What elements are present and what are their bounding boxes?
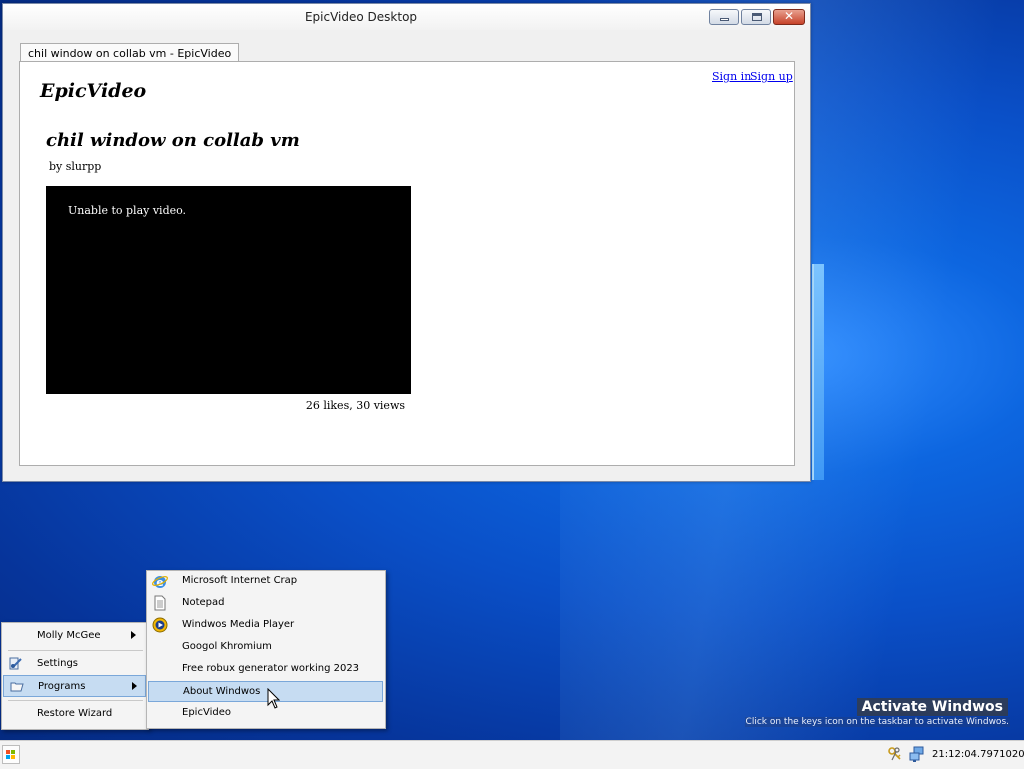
program-label: About Windwos: [183, 686, 261, 697]
program-label: EpicVideo: [182, 707, 231, 718]
program-googol-khromium[interactable]: Googol Khromium: [148, 637, 383, 658]
menu-separator: [8, 700, 143, 701]
close-icon: ✕: [783, 9, 795, 23]
taskbar: 21:12:04.7971020: [0, 740, 1024, 769]
maximize-button[interactable]: [741, 9, 771, 25]
sign-up-link[interactable]: Sign up: [750, 70, 793, 83]
program-robux-generator[interactable]: Free robux generator working 2023: [148, 659, 383, 680]
window-titlebar[interactable]: EpicVideo Desktop ✕: [3, 4, 810, 30]
program-label: Notepad: [182, 597, 225, 608]
start-menu-item-label: Restore Wizard: [37, 708, 113, 719]
close-button[interactable]: ✕: [773, 9, 805, 25]
keys-icon[interactable]: [887, 746, 903, 762]
start-menu-item-label: Molly McGee: [37, 630, 101, 641]
video-title: chil window on collab vm: [46, 130, 300, 151]
menu-separator: [8, 650, 143, 651]
window-title: EpicVideo Desktop: [304, 10, 418, 24]
program-internet-crap[interactable]: e Microsoft Internet Crap: [148, 571, 383, 592]
sign-in-link[interactable]: Sign in: [712, 70, 751, 83]
start-menu-item-programs[interactable]: Programs: [3, 675, 146, 697]
start-menu-item-user[interactable]: Molly McGee: [3, 625, 146, 647]
folder-icon: [10, 682, 24, 692]
settings-icon: [9, 657, 22, 670]
browser-content: Sign in Sign up EpicVideo chil window on…: [19, 61, 795, 466]
submenu-arrow-icon: [132, 682, 137, 690]
internet-explorer-icon: e: [152, 576, 168, 589]
network-icon[interactable]: [909, 746, 925, 762]
media-player-icon: [152, 617, 168, 633]
start-menu-item-label: Programs: [38, 681, 86, 692]
program-label: Microsoft Internet Crap: [182, 575, 298, 586]
video-player[interactable]: Unable to play video.: [46, 186, 411, 394]
site-logo[interactable]: EpicVideo: [40, 80, 146, 102]
activation-title: Activate Windwos: [856, 698, 1008, 716]
wallpaper-window-logo: [812, 264, 824, 480]
mouse-cursor-icon: [267, 688, 280, 709]
player-error-message: Unable to play video.: [68, 204, 187, 217]
epicvideo-window: EpicVideo Desktop ✕ chil window on colla…: [2, 3, 811, 482]
start-menu-item-settings[interactable]: Settings: [3, 653, 146, 675]
minimize-icon: [720, 18, 729, 21]
video-author: by slurpp: [49, 160, 102, 173]
windows-logo-icon: [6, 750, 15, 759]
start-menu-item-restore-wizard[interactable]: Restore Wizard: [3, 703, 146, 725]
program-label: Free robux generator working 2023: [182, 663, 360, 674]
maximize-icon: [752, 13, 762, 21]
program-media-player[interactable]: Windwos Media Player: [148, 615, 383, 636]
submenu-arrow-icon: [131, 631, 136, 639]
taskbar-clock[interactable]: 21:12:04.7971020: [932, 749, 1024, 760]
program-notepad[interactable]: Notepad: [148, 593, 383, 614]
start-menu: Molly McGee Settings Programs Restore Wi…: [1, 622, 149, 730]
notepad-icon: [154, 595, 166, 611]
desktop: EpicVideo Desktop ✕ chil window on colla…: [0, 0, 1024, 740]
start-button[interactable]: [2, 745, 20, 764]
start-menu-item-label: Settings: [37, 658, 79, 669]
video-stats: 26 likes, 30 views: [305, 399, 405, 412]
program-label: Googol Khromium: [182, 641, 272, 652]
activation-subtitle: Click on the keys icon on the taskbar to…: [744, 717, 1010, 727]
minimize-button[interactable]: [709, 9, 739, 25]
program-label: Windwos Media Player: [182, 619, 295, 630]
